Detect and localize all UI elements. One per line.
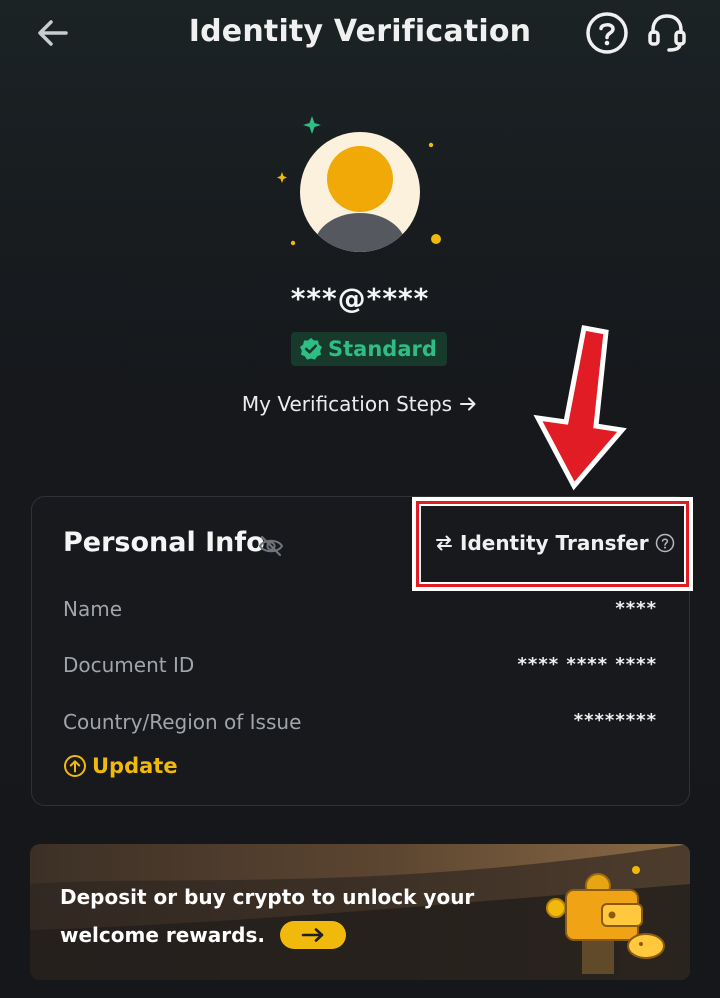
info-row-label: Country/Region of Issue [63, 710, 302, 734]
info-row-value: ******** [573, 710, 657, 731]
info-row-value: **** [615, 598, 657, 619]
question-circle-icon [586, 12, 628, 54]
identity-transfer-link[interactable]: Identity Transfer [434, 531, 675, 555]
personal-info-card: Personal Info Identity Transfer Name ***… [31, 496, 691, 806]
info-row-label: Document ID [63, 653, 195, 677]
identity-transfer-label: Identity Transfer [460, 531, 649, 555]
verified-check-icon [300, 338, 322, 360]
personal-info-title: Personal Info [63, 527, 265, 558]
banner-line-2: welcome rewards. [60, 923, 265, 947]
banner-message: Deposit or buy crypto to unlock your wel… [60, 878, 480, 954]
question-circle-icon[interactable] [655, 533, 675, 553]
user-avatar-icon [277, 116, 441, 252]
headset-icon [648, 14, 686, 52]
top-bar: Identity Verification [0, 0, 720, 70]
avatar [270, 112, 450, 262]
info-row-value: **** **** **** [517, 654, 657, 675]
eye-off-icon [258, 535, 284, 557]
support-button[interactable] [644, 10, 690, 56]
welcome-rewards-banner[interactable]: Deposit or buy crypto to unlock your wel… [30, 844, 690, 980]
info-row-label: Name [63, 597, 123, 621]
banner-line-1: Deposit or buy crypto to unlock your [60, 885, 475, 909]
annotation-arrow-icon [533, 325, 627, 491]
account-email: ***@**** [290, 282, 430, 315]
banner-cta-button[interactable] [279, 920, 346, 949]
verification-steps-label: My Verification Steps [241, 392, 453, 416]
help-button[interactable] [584, 10, 630, 56]
verification-level-badge: Standard [291, 332, 447, 366]
update-button[interactable]: Update [63, 754, 178, 778]
swap-arrows-icon [436, 535, 452, 551]
toggle-visibility-button[interactable] [258, 533, 284, 559]
arrow-right-icon [460, 397, 476, 411]
arrow-right-icon [301, 927, 324, 942]
wallet-coins-icon [546, 866, 665, 974]
arrow-up-circle-icon [64, 755, 86, 777]
badge-label: Standard [328, 337, 437, 361]
update-label: Update [92, 754, 178, 778]
